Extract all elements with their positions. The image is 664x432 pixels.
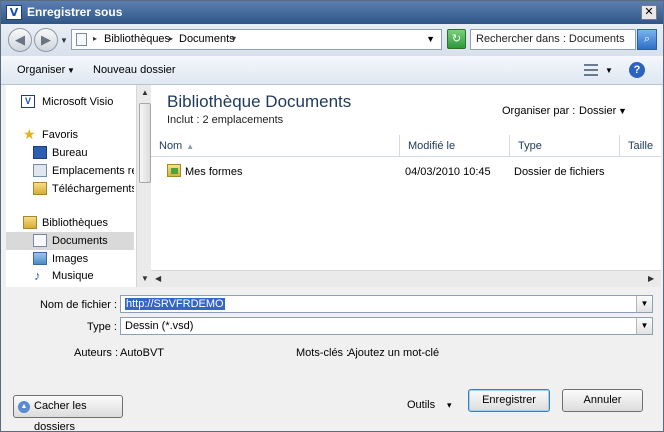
file-type: Dossier de fichiers: [514, 166, 605, 178]
recent-places-icon: [33, 164, 47, 177]
nav-item-label: Favoris: [42, 129, 79, 141]
file-modified: 04/03/2010 10:45: [405, 166, 491, 178]
column-header-size[interactable]: Taille: [620, 135, 661, 157]
file-row[interactable]: Mes formes 04/03/2010 10:45 Dossier de f…: [159, 161, 639, 183]
nav-item-label: Emplacements réce: [52, 165, 134, 177]
nav-item-label: Téléchargements: [52, 183, 134, 195]
nav-item-libraries[interactable]: Bibliothèques: [6, 214, 134, 232]
pictures-icon: [33, 252, 47, 265]
hide-folders-button[interactable]: ▲ Cacher les dossiers: [13, 395, 123, 432]
authors-value[interactable]: AutoBVT: [120, 347, 164, 359]
change-view-icon[interactable]: [584, 64, 598, 76]
chevron-right-icon[interactable]: ▾: [232, 34, 236, 43]
recent-pages-dropdown[interactable]: ▼: [60, 36, 68, 45]
arrange-by-label: Organiser par :: [502, 105, 576, 117]
nav-item-label: Microsoft Visio: [42, 96, 114, 108]
documents-icon: [33, 234, 47, 247]
chevron-down-icon[interactable]: ▼: [67, 66, 75, 75]
horizontal-scrollbar[interactable]: ◀ ▶: [151, 270, 661, 287]
column-name-label: Nom: [159, 140, 183, 152]
nav-item-pictures[interactable]: Images: [6, 250, 134, 268]
file-type-label: Type :: [87, 321, 117, 333]
forward-button[interactable]: ▶: [34, 28, 58, 52]
tools-button[interactable]: Outils: [407, 399, 435, 411]
filename-value: http://SRVFRDEMO: [125, 298, 225, 310]
library-title: Bibliothèque Documents: [167, 92, 352, 111]
keywords-input[interactable]: Ajoutez un mot-clé: [348, 347, 439, 359]
file-type-select[interactable]: Dessin (*.vsd) ▼: [120, 317, 653, 335]
file-name: Mes formes: [185, 166, 243, 178]
filename-field[interactable]: http://SRVFRDEMO ▼: [120, 295, 653, 313]
file-type-value: Dessin (*.vsd): [125, 320, 194, 332]
column-header-modified[interactable]: Modifié le: [400, 135, 510, 157]
scroll-left-icon[interactable]: ◀: [155, 274, 161, 283]
nav-item-label: Images: [52, 253, 89, 265]
refresh-button[interactable]: ↻: [447, 29, 466, 49]
nav-item-label: Musique: [52, 270, 94, 282]
breadcrumb-documents[interactable]: Documents: [179, 33, 235, 45]
nav-item-desktop[interactable]: Bureau: [6, 144, 134, 162]
column-header-type[interactable]: Type: [510, 135, 620, 157]
nav-item-music[interactable]: ♪ Musique: [6, 267, 134, 285]
nav-item-label: Bibliothèques: [42, 217, 109, 229]
hide-folders-label: Cacher les dossiers: [34, 400, 87, 432]
help-icon[interactable]: ?: [629, 62, 645, 78]
library-locations-link[interactable]: Inclut : 2 emplacements: [167, 114, 283, 126]
chevron-up-icon: ▲: [18, 401, 30, 413]
save-as-dialog: V Enregistrer sous ✕ ◀ ▶ ▼ ▸ Bibliothèqu…: [0, 0, 664, 432]
documents-icon: [76, 33, 87, 46]
cancel-button[interactable]: Annuler: [562, 389, 643, 412]
chevron-right-icon[interactable]: ▸: [93, 34, 97, 43]
nav-item-favorites[interactable]: ★ Favoris: [6, 126, 134, 144]
file-list-pane: Bibliothèque Documents Inclut : 2 emplac…: [151, 85, 661, 287]
scrollbar-thumb[interactable]: [139, 103, 151, 183]
address-bar[interactable]: ▸ Bibliothèques ▸ Documents ▾ ▼: [71, 29, 442, 50]
visio-app-icon: V: [6, 5, 22, 20]
close-button[interactable]: ✕: [641, 5, 657, 20]
column-header-name[interactable]: Nom ▲: [151, 135, 400, 157]
address-row: ◀ ▶ ▼ ▸ Bibliothèques ▸ Documents ▾ ▼ ↻ …: [1, 24, 663, 56]
back-button[interactable]: ◀: [8, 28, 32, 52]
downloads-icon: [33, 182, 47, 195]
nav-item-label: Bureau: [52, 147, 88, 159]
save-button[interactable]: Enregistrer: [468, 389, 550, 412]
scroll-down-icon[interactable]: ▼: [141, 274, 149, 283]
breadcrumb-libraries[interactable]: Bibliothèques: [104, 33, 170, 45]
desktop-icon: [33, 146, 47, 159]
chevron-down-icon[interactable]: ▼: [636, 318, 652, 334]
command-bar: Organiser ▼ Nouveau dossier ▼ ?: [1, 56, 663, 85]
star-icon: ★: [23, 126, 36, 142]
new-folder-button[interactable]: Nouveau dossier: [93, 64, 176, 76]
music-icon: ♪: [34, 268, 41, 283]
window-title: Enregistrer sous: [27, 5, 123, 19]
visio-icon: V: [21, 95, 35, 108]
nav-item-recent-places[interactable]: Emplacements réce: [6, 162, 134, 180]
search-icon[interactable]: ⌕: [637, 29, 657, 50]
search-input[interactable]: Rechercher dans : Documents: [470, 29, 636, 50]
chevron-right-icon[interactable]: ▸: [169, 34, 173, 43]
title-bar: V Enregistrer sous ✕: [1, 1, 663, 24]
scroll-right-icon[interactable]: ▶: [648, 274, 654, 283]
chevron-down-icon[interactable]: ▼: [636, 296, 652, 312]
arrange-by-dropdown[interactable]: Dossier: [579, 105, 616, 117]
nav-item-documents[interactable]: Documents: [6, 232, 134, 250]
sort-arrow-icon: ▲: [186, 142, 195, 151]
address-dropdown-icon[interactable]: ▼: [426, 34, 435, 44]
nav-item-label: Documents: [52, 235, 108, 247]
chevron-down-icon[interactable]: ▼: [605, 66, 613, 75]
authors-label: Auteurs :: [74, 347, 119, 359]
folder-icon: [167, 164, 181, 177]
organize-button[interactable]: Organiser: [17, 64, 65, 76]
nav-item-downloads[interactable]: Téléchargements: [6, 180, 134, 198]
chevron-down-icon[interactable]: ▼: [618, 106, 627, 116]
keywords-label: Mots-clés :: [296, 347, 350, 359]
libraries-icon: [23, 216, 37, 229]
filename-label: Nom de fichier :: [39, 299, 117, 311]
chevron-down-icon[interactable]: ▾: [447, 400, 452, 411]
nav-item-microsoft-visio[interactable]: V Microsoft Visio: [6, 93, 134, 111]
scroll-up-icon[interactable]: ▲: [141, 88, 149, 97]
save-form: Nom de fichier : http://SRVFRDEMO ▼ Type…: [1, 289, 663, 432]
navigation-pane: V Microsoft Visio ★ Favoris Bureau Empla…: [6, 85, 153, 287]
